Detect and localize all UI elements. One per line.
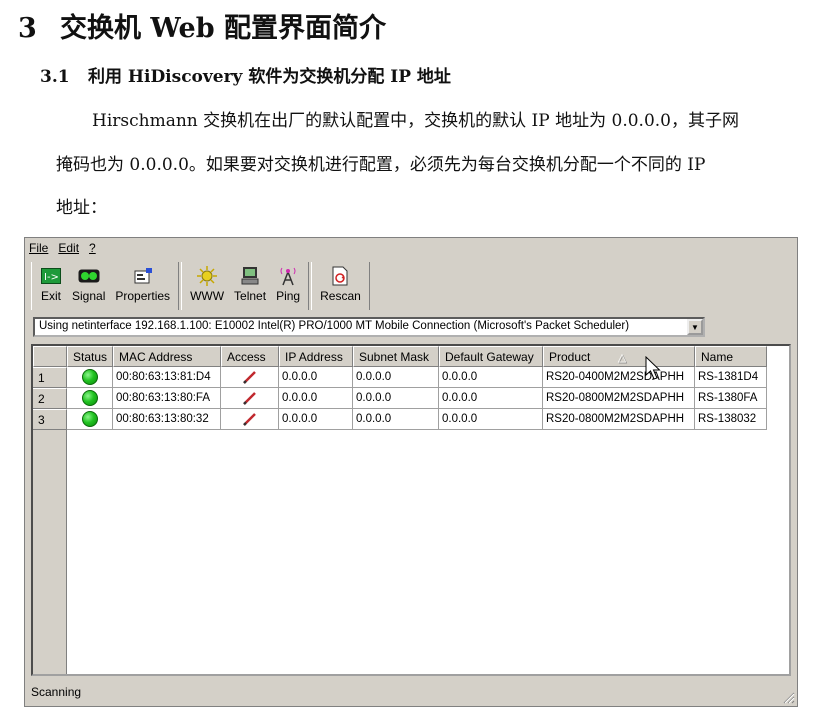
section-title-text: 交换机 Web 配置界面简介 xyxy=(60,13,386,44)
column-header-product-label: Product xyxy=(549,350,591,364)
www-icon xyxy=(196,266,218,286)
toolbar-group-scan: Rescan xyxy=(311,262,370,310)
row-header[interactable]: 2 xyxy=(33,388,67,409)
www-label: WWW xyxy=(190,289,225,303)
menu-file[interactable]: File xyxy=(29,241,48,259)
edit-pencil-icon xyxy=(242,413,256,426)
netinterface-value: Using netinterface 192.168.1.100: E10002… xyxy=(39,320,630,332)
mac-cell[interactable]: 00:80:63:13:80:FA xyxy=(113,388,221,409)
mask-cell[interactable]: 0.0.0.0 xyxy=(353,388,439,409)
status-text: Scanning xyxy=(31,685,82,699)
product-cell[interactable]: RS20-0800M2M2SDAPHH xyxy=(543,409,695,430)
paragraph-line-2: 掩码也为 0.0.0.0。如果要对交换机进行配置，必须先为每台交换机分配一个不同… xyxy=(56,155,706,175)
edit-pencil-icon xyxy=(242,392,256,405)
rescan-button[interactable]: Rescan xyxy=(315,262,366,310)
dropdown-arrow-icon[interactable]: ▼ xyxy=(687,319,703,335)
gateway-cell[interactable]: 0.0.0.0 xyxy=(439,409,543,430)
mac-cell[interactable]: 00:80:63:13:81:D4 xyxy=(113,367,221,388)
ping-button[interactable]: Ping xyxy=(271,262,305,310)
mouse-cursor-icon xyxy=(645,356,661,380)
subsection-title: 3.1 利用 HiDiscovery 软件为交换机分配 IP 地址 xyxy=(40,62,451,87)
column-header-gateway[interactable]: Default Gateway xyxy=(439,346,543,367)
ping-label: Ping xyxy=(276,289,301,303)
toolbar-group-tools: WWW Telnet Ping xyxy=(181,262,310,310)
subsection-number: 3.1 xyxy=(40,67,70,87)
subsection-title-text: 利用 HiDiscovery 软件为交换机分配 IP 地址 xyxy=(88,67,451,87)
column-header-name[interactable]: Name xyxy=(695,346,767,367)
status-cell[interactable] xyxy=(67,409,113,430)
ip-cell[interactable]: 0.0.0.0 xyxy=(279,409,353,430)
column-header-subnet[interactable]: Subnet Mask xyxy=(353,346,439,367)
signal-label: Signal xyxy=(72,289,106,303)
access-cell[interactable] xyxy=(221,388,279,409)
properties-button[interactable]: Properties xyxy=(110,262,175,310)
mask-cell[interactable]: 0.0.0.0 xyxy=(353,409,439,430)
sort-ascending-icon: △ xyxy=(617,352,627,364)
menu-edit[interactable]: Edit xyxy=(58,241,79,259)
status-ok-icon xyxy=(81,390,98,406)
column-header-product[interactable]: Product △ xyxy=(543,346,695,367)
menu-bar: File Edit ? xyxy=(29,241,96,259)
telnet-label: Telnet xyxy=(234,289,267,303)
toolbar: I-> Exit Signal Properties WWW Telnet Pi… xyxy=(31,262,372,310)
device-table: Status MAC Address Access IP Address Sub… xyxy=(31,344,791,676)
ping-icon xyxy=(277,266,299,286)
status-cell[interactable] xyxy=(67,367,113,388)
exit-icon: I-> xyxy=(40,266,62,286)
exit-button[interactable]: I-> Exit xyxy=(35,262,67,310)
product-cell[interactable]: RS20-0400M2M2SDAPHH xyxy=(543,367,695,388)
properties-label: Properties xyxy=(115,289,171,303)
column-header-mac[interactable]: MAC Address xyxy=(113,346,221,367)
ip-cell[interactable]: 0.0.0.0 xyxy=(279,388,353,409)
telnet-icon xyxy=(239,266,261,286)
column-header-status[interactable]: Status xyxy=(67,346,113,367)
status-bar: Scanning xyxy=(31,682,791,702)
status-ok-icon xyxy=(81,411,98,427)
resize-grip-icon[interactable] xyxy=(781,690,795,704)
column-header-access[interactable]: Access xyxy=(221,346,279,367)
properties-icon xyxy=(132,266,154,286)
product-cell[interactable]: RS20-0800M2M2SDAPHH xyxy=(543,388,695,409)
netinterface-select[interactable]: Using netinterface 192.168.1.100: E10002… xyxy=(33,317,705,337)
status-ok-icon xyxy=(81,369,98,385)
toolbar-group-main: I-> Exit Signal Properties xyxy=(31,262,180,310)
section-title: 3 交换机 Web 配置界面简介 xyxy=(18,6,386,45)
mask-cell[interactable]: 0.0.0.0 xyxy=(353,367,439,388)
access-cell[interactable] xyxy=(221,409,279,430)
telnet-button[interactable]: Telnet xyxy=(229,262,271,310)
gateway-cell[interactable]: 0.0.0.0 xyxy=(439,367,543,388)
rescan-icon xyxy=(329,266,351,286)
www-button[interactable]: WWW xyxy=(185,262,229,310)
signal-button[interactable]: Signal xyxy=(67,262,110,310)
row-header[interactable]: 1 xyxy=(33,367,67,388)
exit-label: Exit xyxy=(40,289,61,303)
edit-pencil-icon xyxy=(242,371,256,384)
menu-help[interactable]: ? xyxy=(89,241,96,259)
hidiscovery-window: File Edit ? I-> Exit Signal Properties W… xyxy=(24,237,798,707)
paragraph-line-3: 地址： xyxy=(56,198,107,218)
ip-cell[interactable]: 0.0.0.0 xyxy=(279,367,353,388)
section-number: 3 xyxy=(18,13,37,44)
mac-cell[interactable]: 00:80:63:13:80:32 xyxy=(113,409,221,430)
paragraph-line-1: Hirschmann 交换机在出厂的默认配置中，交换机的默认 IP 地址为 0.… xyxy=(92,111,739,131)
gateway-cell[interactable]: 0.0.0.0 xyxy=(439,388,543,409)
name-cell[interactable]: RS-138032 xyxy=(695,409,767,430)
name-cell[interactable]: RS-1381D4 xyxy=(695,367,767,388)
name-cell[interactable]: RS-1380FA xyxy=(695,388,767,409)
status-cell[interactable] xyxy=(67,388,113,409)
access-cell[interactable] xyxy=(221,367,279,388)
signal-icon xyxy=(78,266,100,286)
svg-text:I->: I-> xyxy=(44,272,59,283)
corner-header xyxy=(33,346,67,367)
row-header[interactable]: 3 xyxy=(33,409,67,430)
rescan-label: Rescan xyxy=(320,289,361,303)
column-header-ip[interactable]: IP Address xyxy=(279,346,353,367)
